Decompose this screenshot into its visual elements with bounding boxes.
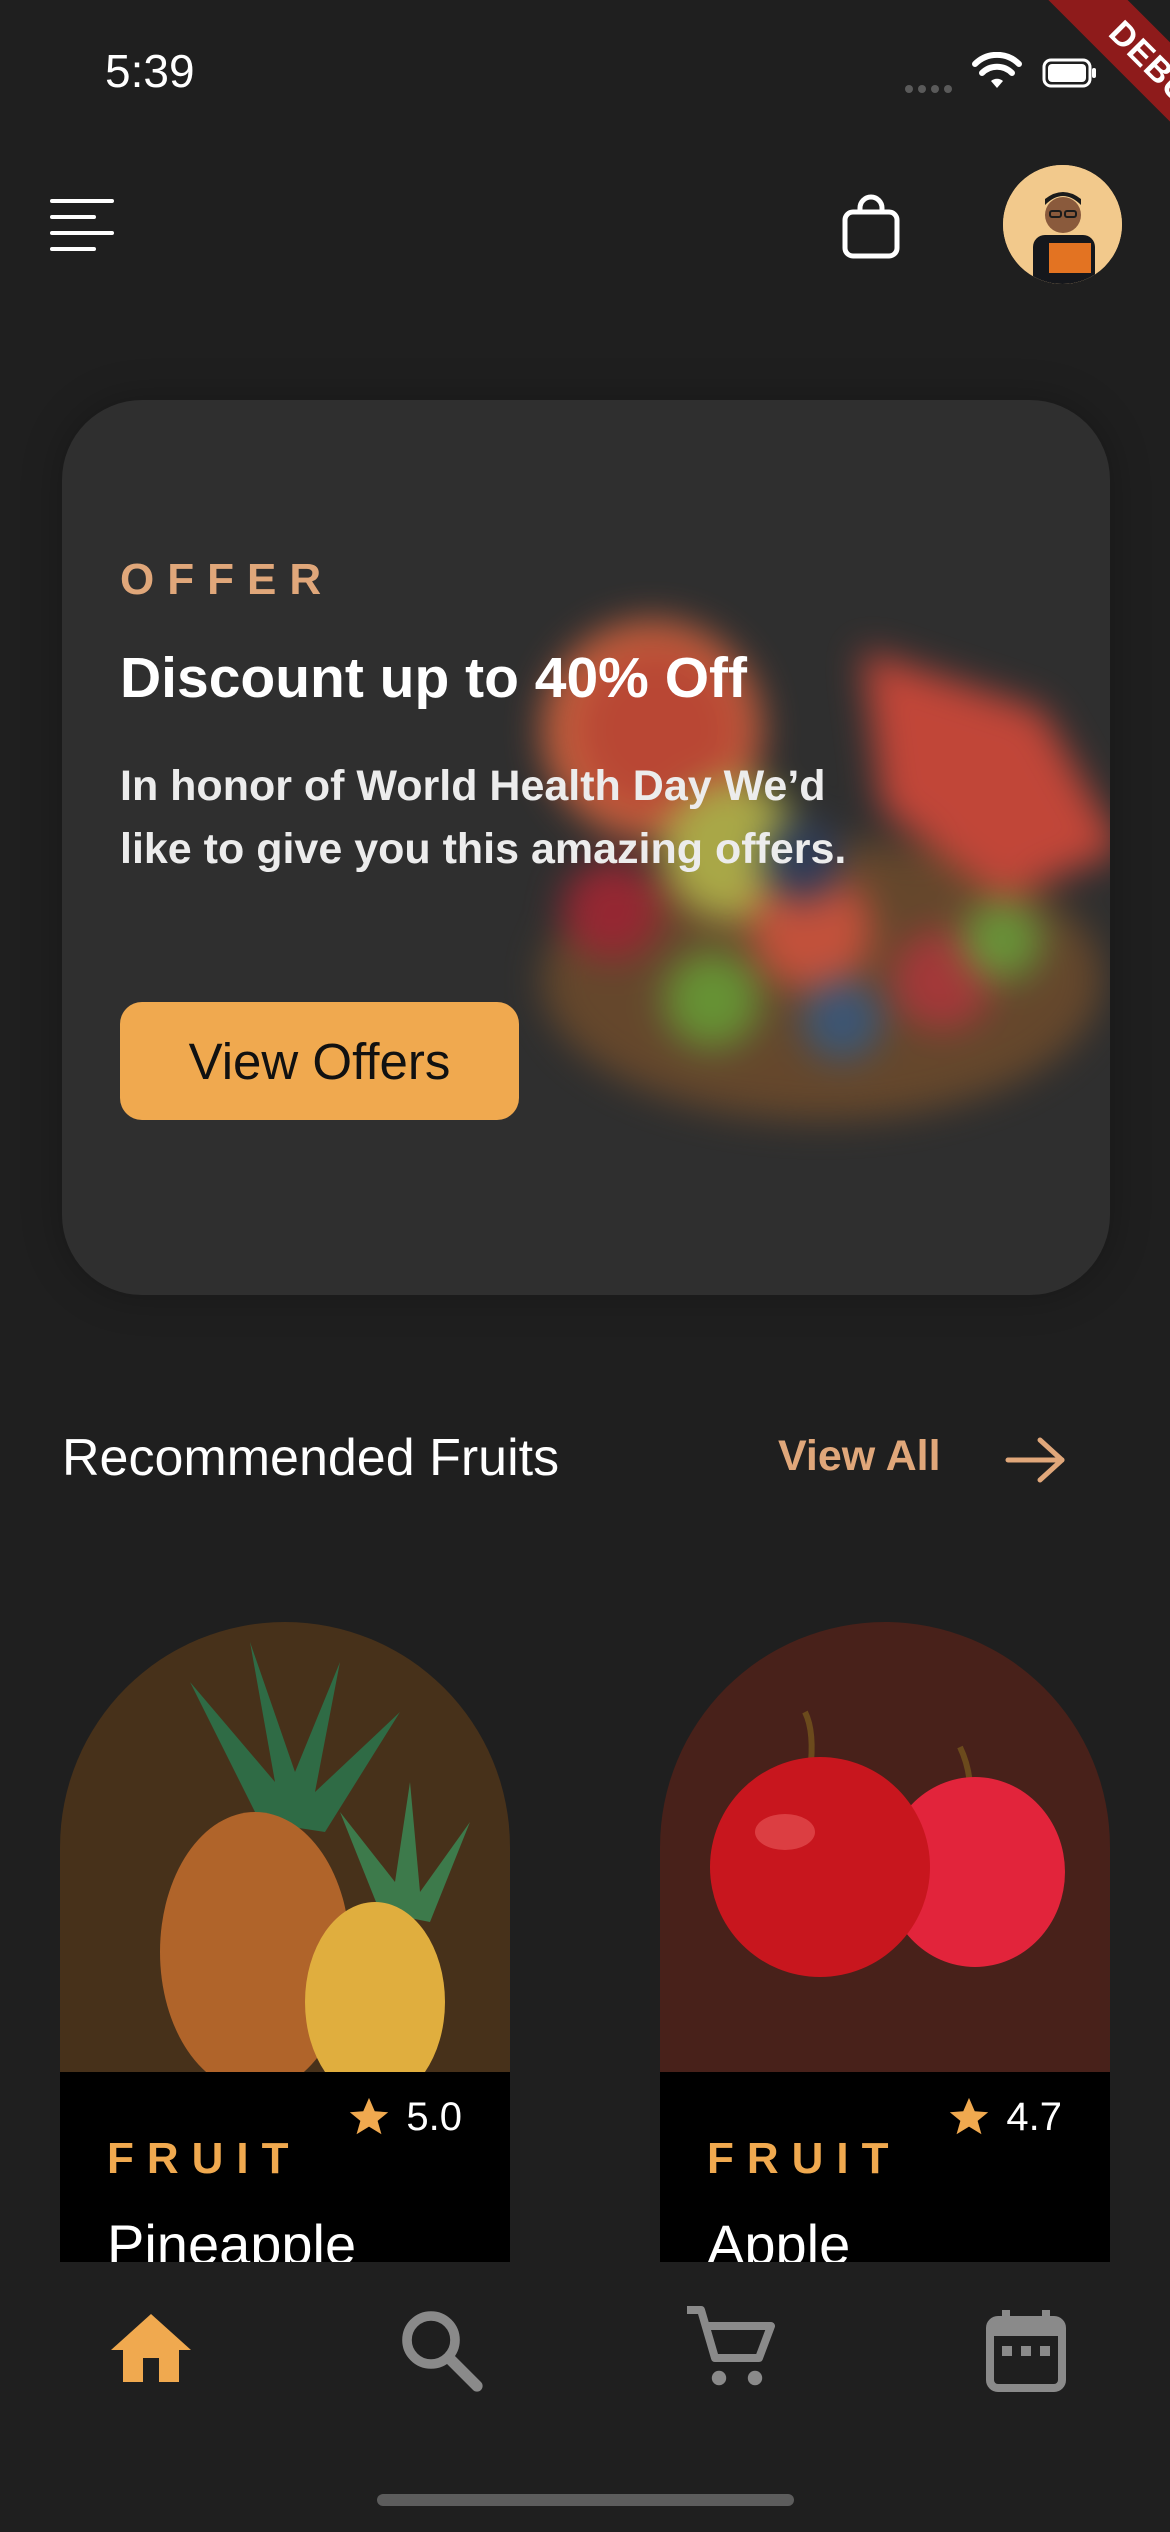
- star-icon: [350, 2097, 389, 2135]
- status-time: 5:39: [105, 45, 195, 97]
- offer-title: Discount up to 40% Off: [120, 646, 747, 710]
- calendar-icon[interactable]: [978, 2302, 1074, 2398]
- search-icon[interactable]: [393, 2302, 489, 2398]
- rating: 5.0: [346, 2094, 462, 2140]
- arrow-right-icon[interactable]: [1004, 1434, 1070, 1486]
- battery-icon: [1042, 58, 1096, 88]
- rating-value: 4.7: [1006, 2094, 1062, 2139]
- offer-eyebrow: OFFER: [120, 555, 335, 604]
- card-name: Apple: [707, 2213, 851, 2262]
- rating: 4.7: [946, 2094, 1062, 2140]
- home-icon[interactable]: [103, 2302, 199, 2398]
- card-info: 4.7 FRUIT Apple: [660, 2072, 1110, 2262]
- card-category: FRUIT: [707, 2134, 902, 2183]
- view-all-link[interactable]: View All: [778, 1432, 941, 1481]
- bottom-nav: [0, 2262, 1170, 2532]
- offer-description: In honor of World Health Day We’d like t…: [120, 762, 847, 873]
- star-icon: [950, 2097, 989, 2135]
- home-indicator: [377, 2494, 794, 2506]
- rating-value: 5.0: [406, 2094, 462, 2139]
- card-name: Pineapple: [107, 2213, 357, 2262]
- avatar-illustration: [1003, 165, 1122, 284]
- pineapple-image: [160, 1642, 470, 2102]
- card-category: FRUIT: [107, 2134, 302, 2183]
- section-title: Recommended Fruits: [62, 1429, 560, 1487]
- wifi-icon: [972, 52, 1022, 88]
- card-image-area: [60, 1622, 510, 2102]
- fruit-card-pineapple[interactable]: 5.0 FRUIT Pineapple: [60, 1622, 510, 2262]
- menu-icon[interactable]: [50, 195, 114, 255]
- cart-icon[interactable]: [683, 2302, 779, 2398]
- card-image-area: [660, 1622, 1110, 2072]
- apple-image: [710, 1710, 1065, 1977]
- shopping-bag-icon[interactable]: [838, 192, 904, 260]
- avatar[interactable]: [1003, 165, 1122, 284]
- cellular-signal-icon: [905, 80, 959, 93]
- card-info: 5.0 FRUIT Pineapple: [60, 2072, 510, 2262]
- fruit-card-apple[interactable]: 4.7 FRUIT Apple: [660, 1622, 1110, 2262]
- view-offers-button[interactable]: View Offers: [120, 1002, 519, 1120]
